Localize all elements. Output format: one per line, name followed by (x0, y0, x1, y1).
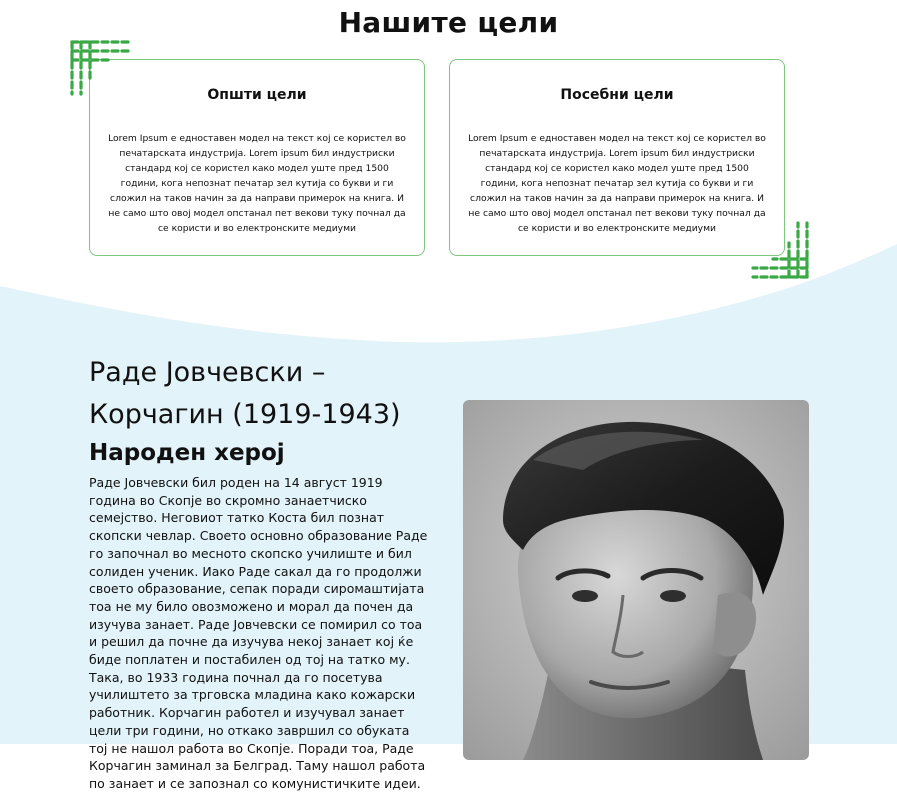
goal-card-specific: Посебни цели Lorem Ipsum е едноставен мо… (449, 59, 785, 256)
portrait-photo (463, 400, 809, 760)
goal-card-title: Општи цели (207, 87, 307, 103)
goal-card-text: Lorem Ipsum е едноставен модел на текст … (468, 133, 766, 234)
hero-subtitle: Народен херој (89, 440, 285, 466)
dashed-grid-decoration (70, 40, 130, 96)
goals-title: Нашите цели (338, 6, 559, 39)
goal-card-title: Посебни цели (560, 87, 674, 103)
goal-card-general: Општи цели Lorem Ipsum е едноставен моде… (89, 59, 425, 256)
biography-text: Раде Јовчевски бил роден на 14 август 19… (89, 475, 428, 791)
dashed-grid-decoration (751, 221, 809, 279)
hero-title: Раде Јовчевски – Корчагин (1919-1943) (89, 357, 401, 430)
goal-card-text: Lorem Ipsum е едноставен модел на текст … (108, 133, 406, 234)
